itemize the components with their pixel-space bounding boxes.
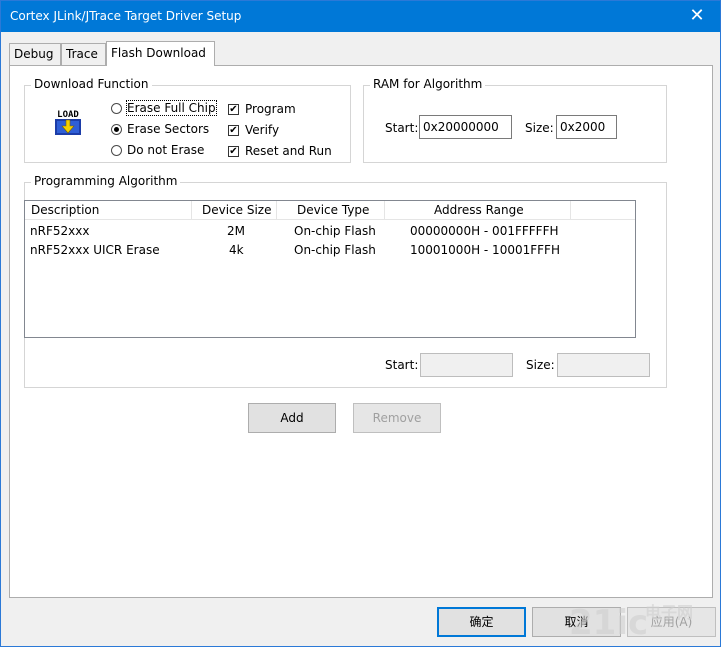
radio-erase-sectors-indicator[interactable]: [111, 123, 122, 135]
download-function-group: Download Function LOAD Erase Full Chip E…: [24, 77, 351, 163]
add-button[interactable]: Add: [248, 403, 336, 433]
radio-do-not-erase[interactable]: Do not Erase: [111, 141, 204, 159]
ram-start-label: Start:: [385, 121, 419, 135]
radio-erase-sectors-label: Erase Sectors: [127, 122, 210, 136]
tab-flash-download[interactable]: Flash Download: [106, 41, 215, 66]
checkbox-verify-label: Verify: [245, 123, 280, 137]
load-icon: LOAD: [52, 106, 84, 138]
title-bar: Cortex JLink/JTrace Target Driver Setup …: [1, 1, 720, 32]
algorithm-list[interactable]: Description Device Size Device Type Addr…: [24, 200, 636, 338]
algo-size-label: Size:: [526, 358, 555, 372]
column-address-range[interactable]: Address Range: [385, 201, 571, 220]
dialog-window: Cortex JLink/JTrace Target Driver Setup …: [0, 0, 721, 647]
radio-do-not-erase-label: Do not Erase: [127, 143, 205, 157]
cell-device-size: 2M: [227, 224, 245, 238]
watermark-text: 21ic: [569, 603, 648, 643]
checkbox-program[interactable]: ✔ Program: [228, 100, 296, 118]
tab-flash-download-label: Flash Download: [111, 46, 206, 60]
download-function-label: Download Function: [31, 77, 152, 91]
algo-start-label: Start:: [385, 358, 419, 372]
algo-start-input[interactable]: [420, 353, 513, 377]
checkbox-verify-box[interactable]: ✔: [228, 124, 239, 136]
checkbox-reset-and-run-label: Reset and Run: [245, 144, 332, 158]
tab-debug-label: Debug: [14, 47, 54, 61]
cell-description: nRF52xxx UICR Erase: [30, 243, 160, 257]
table-row[interactable]: nRF52xxx 2M On-chip Flash 00000000H - 00…: [25, 223, 635, 241]
close-icon[interactable]: ✕: [674, 1, 720, 32]
checkbox-reset-and-run[interactable]: ✔ Reset and Run: [228, 142, 332, 160]
cell-device-size: 4k: [229, 243, 244, 257]
radio-erase-full-chip-label: Erase Full Chip: [126, 100, 217, 116]
tab-trace[interactable]: Trace: [61, 43, 106, 65]
tab-debug[interactable]: Debug: [9, 43, 61, 65]
cell-address-range: 00000000H - 001FFFFFH: [410, 224, 559, 238]
checkbox-program-label: Program: [245, 102, 296, 116]
table-row[interactable]: nRF52xxx UICR Erase 4k On-chip Flash 100…: [25, 242, 635, 260]
column-device-size[interactable]: Device Size: [192, 201, 277, 220]
flash-download-panel: Download Function LOAD Erase Full Chip E…: [9, 65, 713, 598]
column-description[interactable]: Description: [25, 201, 192, 220]
algorithm-list-header: Description Device Size Device Type Addr…: [25, 201, 635, 220]
ok-button[interactable]: 确定: [437, 607, 526, 637]
column-device-type[interactable]: Device Type: [277, 201, 385, 220]
radio-erase-full-chip-indicator[interactable]: [111, 102, 122, 114]
ram-size-label: Size:: [525, 121, 554, 135]
load-icon-text: LOAD: [57, 110, 79, 120]
cell-description: nRF52xxx: [30, 224, 90, 238]
cell-device-type: On-chip Flash: [294, 224, 376, 238]
watermark-logo: 21ic 电子网: [569, 598, 719, 644]
ram-for-algorithm-label: RAM for Algorithm: [370, 77, 486, 91]
checkbox-reset-and-run-box[interactable]: ✔: [228, 145, 239, 157]
radio-erase-full-chip[interactable]: Erase Full Chip: [111, 99, 217, 117]
ram-size-input[interactable]: [556, 115, 617, 139]
checkbox-verify[interactable]: ✔ Verify: [228, 121, 279, 139]
cell-address-range: 10001000H - 10001FFFH: [410, 243, 560, 257]
tab-trace-label: Trace: [66, 47, 98, 61]
watermark-subtext: 电子网: [645, 603, 693, 622]
programming-algorithm-label: Programming Algorithm: [31, 174, 181, 188]
ram-start-input[interactable]: [419, 115, 512, 139]
cell-device-type: On-chip Flash: [294, 243, 376, 257]
radio-erase-sectors[interactable]: Erase Sectors: [111, 120, 209, 138]
window-title: Cortex JLink/JTrace Target Driver Setup: [10, 9, 242, 23]
checkbox-program-box[interactable]: ✔: [228, 103, 239, 115]
ram-for-algorithm-group: RAM for Algorithm Start: Size:: [363, 77, 667, 163]
algo-size-input[interactable]: [557, 353, 650, 377]
remove-button[interactable]: Remove: [353, 403, 441, 433]
radio-do-not-erase-indicator[interactable]: [111, 144, 122, 156]
